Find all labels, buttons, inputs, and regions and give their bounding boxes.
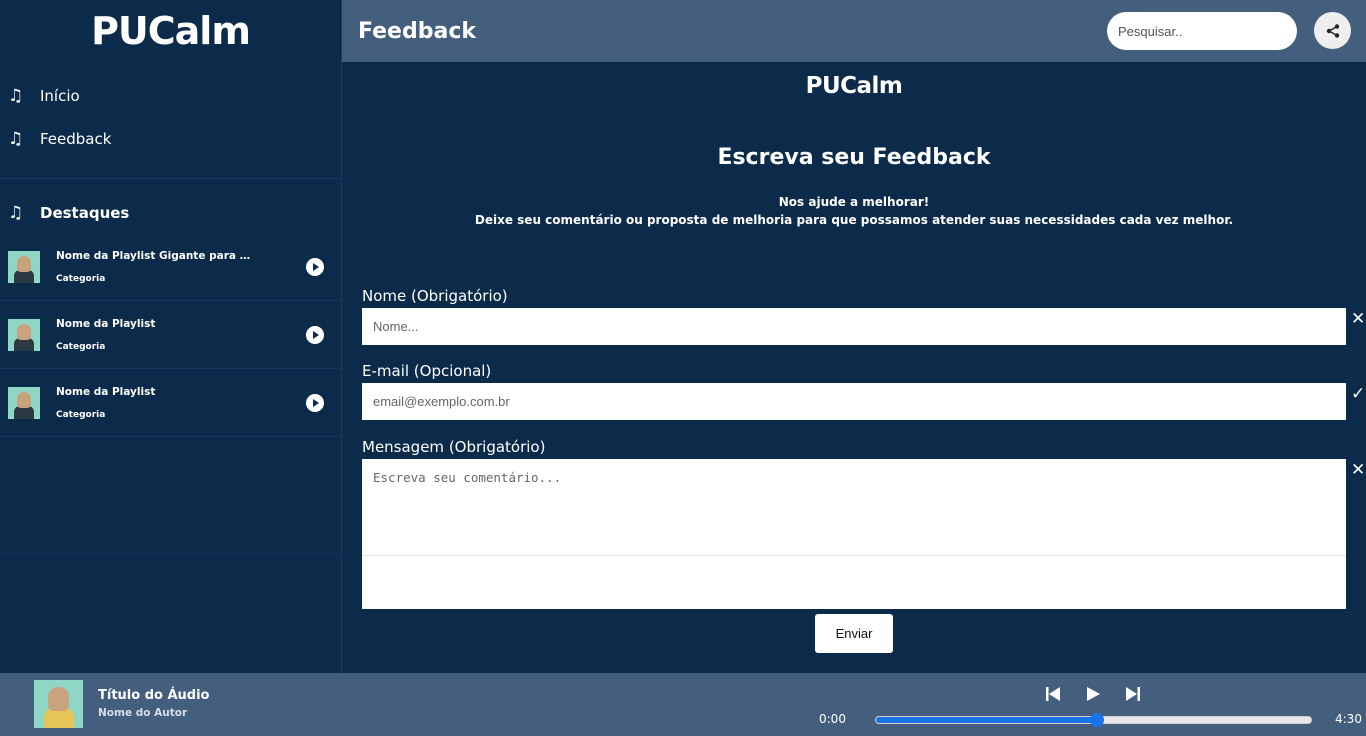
sidebar-item-feedback[interactable]: ♫ Feedback xyxy=(0,117,341,160)
share-icon[interactable] xyxy=(1314,12,1351,49)
search-input[interactable] xyxy=(1107,12,1297,50)
playlist-title: Nome da Playlist Gigante para Med... xyxy=(56,249,256,262)
play-icon[interactable] xyxy=(306,325,324,344)
progress-fill xyxy=(876,717,1097,723)
sidebar-divider xyxy=(0,553,342,554)
sidebar-logo[interactable]: PUCalm xyxy=(0,0,341,62)
sidebar: PUCalm ♫ Início ♫ Feedback ♫ Destaques N… xyxy=(0,0,342,673)
playlist-category: Categoria xyxy=(56,341,106,352)
previous-icon[interactable] xyxy=(1043,685,1063,703)
submit-button[interactable]: Enviar xyxy=(815,614,893,653)
music-note-icon: ♫ xyxy=(8,128,24,149)
invalid-icon: ✕ xyxy=(1351,460,1366,480)
playlist-category: Categoria xyxy=(56,409,106,420)
play-icon[interactable] xyxy=(306,393,324,412)
invalid-icon: ✕ xyxy=(1351,309,1366,329)
sidebar-item-label: Feedback xyxy=(40,129,112,148)
top-bar: Feedback xyxy=(342,0,1366,62)
sidebar-divider xyxy=(0,178,341,179)
current-time: 0:00 xyxy=(819,712,846,726)
textarea-divider xyxy=(362,555,1346,556)
music-note-icon: ♫ xyxy=(8,203,24,223)
progress-slider[interactable] xyxy=(875,713,1312,727)
next-icon[interactable] xyxy=(1123,685,1143,703)
track-cover xyxy=(34,680,83,728)
track-title: Título do Áudio xyxy=(98,688,210,703)
content-logo: PUCalm xyxy=(805,73,903,99)
sidebar-item-label: Início xyxy=(40,86,80,105)
play-icon[interactable] xyxy=(1083,685,1103,703)
playlist-cover xyxy=(8,386,40,419)
page-title: Feedback xyxy=(358,18,476,44)
music-note-icon: ♫ xyxy=(8,85,24,106)
valid-icon: ✓ xyxy=(1351,384,1366,404)
playlist-category: Categoria xyxy=(56,273,106,284)
playlist-cover xyxy=(8,318,40,351)
highlights-heading: ♫ Destaques xyxy=(0,193,341,233)
total-time: 4:30 xyxy=(1335,712,1362,726)
playlist-title: Nome da Playlist xyxy=(56,385,156,398)
message-label: Mensagem (Obrigatório) xyxy=(362,438,546,456)
email-label: E-mail (Opcional) xyxy=(362,362,492,380)
feedback-subtitle: Nos ajude a melhorar! xyxy=(778,195,930,209)
feedback-title: Escreva seu Feedback xyxy=(717,145,991,170)
playlist-item[interactable]: Nome da Playlist Categoria xyxy=(0,301,341,369)
message-field[interactable] xyxy=(362,459,1346,609)
audio-player: Título do Áudio Nome do Autor 0:00 4:30 xyxy=(0,673,1366,736)
feedback-page: PUCalm Escreva seu Feedback Nos ajude a … xyxy=(342,62,1366,673)
playlist-title: Nome da Playlist xyxy=(56,317,156,330)
playlist-item[interactable]: Nome da Playlist Categoria xyxy=(0,369,341,437)
sidebar-item-inicio[interactable]: ♫ Início xyxy=(0,74,341,117)
feedback-description: Deixe seu comentário ou proposta de melh… xyxy=(474,213,1234,227)
highlights-title: Destaques xyxy=(40,204,130,222)
name-label: Nome (Obrigatório) xyxy=(362,287,508,305)
playlist-cover xyxy=(8,250,40,283)
name-field[interactable] xyxy=(362,308,1346,345)
progress-handle[interactable] xyxy=(1089,713,1104,727)
email-field[interactable] xyxy=(362,383,1346,420)
play-icon[interactable] xyxy=(306,257,324,276)
track-author: Nome do Autor xyxy=(98,707,188,719)
playlist-item[interactable]: Nome da Playlist Gigante para Med... Cat… xyxy=(0,233,341,301)
